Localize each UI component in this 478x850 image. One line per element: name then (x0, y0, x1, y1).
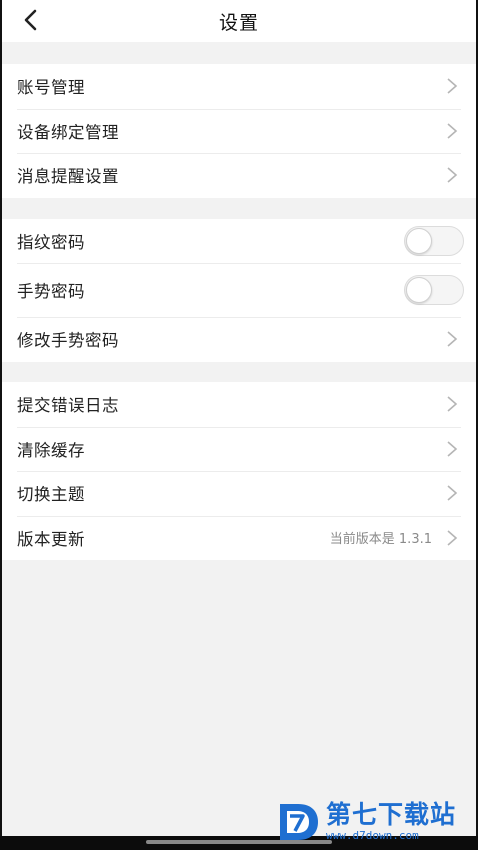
gesture-toggle[interactable] (404, 275, 464, 305)
notification-settings-row[interactable]: 消息提醒设置 (2, 153, 476, 198)
watermark: 第七下载站 www.d7down.com (276, 798, 472, 844)
chevron-right-icon (447, 78, 458, 94)
row-label: 切换主题 (17, 485, 85, 505)
row-label: 指纹密码 (17, 233, 85, 252)
change-gesture-password-row[interactable]: 修改手势密码 (2, 317, 476, 362)
d7-logo-icon (280, 804, 318, 840)
row-label: 修改手势密码 (17, 331, 119, 351)
page-title: 设置 (218, 11, 259, 34)
fingerprint-password-row: 指纹密码 (2, 219, 476, 263)
version-update-row[interactable]: 版本更新 当前版本是 1.3.1 (2, 515, 476, 561)
row-label: 版本更新 (17, 529, 85, 549)
settings-group-security: 指纹密码 手势密码 修改手势密码 (2, 219, 476, 362)
row-label: 设备绑定管理 (17, 122, 119, 142)
device-binding-row[interactable]: 设备绑定管理 (2, 108, 476, 154)
submit-error-log-row[interactable]: 提交错误日志 (2, 382, 476, 427)
settings-group-general: 提交错误日志 清除缓存 切换主题 版本更新 当前版本是 1.3.1 (2, 382, 476, 560)
clear-cache-row[interactable]: 清除缓存 (2, 426, 476, 472)
nav-bar: 设置 (2, 0, 476, 42)
watermark-title: 第七下载站 (326, 799, 457, 829)
gesture-password-row: 手势密码 (2, 263, 476, 317)
row-label: 手势密码 (17, 282, 85, 301)
account-management-row[interactable]: 账号管理 (2, 64, 476, 109)
back-button[interactable] (16, 6, 44, 34)
chevron-right-icon (447, 396, 458, 412)
switch-theme-row[interactable]: 切换主题 (2, 471, 476, 516)
fingerprint-toggle[interactable] (404, 226, 464, 256)
toggle-knob (406, 228, 432, 254)
row-label: 清除缓存 (17, 440, 85, 460)
chevron-right-icon (447, 530, 458, 546)
settings-group-account: 账号管理 设备绑定管理 消息提醒设置 (2, 64, 476, 198)
toggle-knob (406, 277, 432, 303)
row-label: 提交错误日志 (17, 396, 119, 416)
chevron-right-icon (447, 331, 458, 347)
chevron-right-icon (447, 123, 458, 139)
chevron-left-icon (24, 9, 37, 31)
chevron-right-icon (447, 485, 458, 501)
current-version-text: 当前版本是 1.3.1 (329, 532, 432, 548)
chevron-right-icon (447, 167, 458, 183)
row-label: 消息提醒设置 (17, 167, 119, 187)
watermark-url: www.d7down.com (326, 828, 419, 842)
row-label: 账号管理 (17, 78, 85, 98)
chevron-right-icon (447, 441, 458, 457)
